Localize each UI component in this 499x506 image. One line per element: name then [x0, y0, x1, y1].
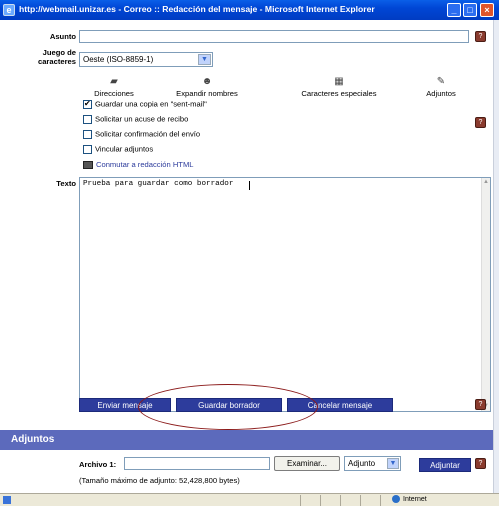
charset-label-line1: Juego de	[42, 48, 76, 57]
people-icon: ☻	[201, 76, 213, 87]
charset-label-line2: caracteres	[37, 57, 76, 66]
toolbar-item-special-chars[interactable]: ▦ Caracteres especiales	[284, 76, 394, 98]
page-scrollbar[interactable]	[493, 20, 499, 493]
attachment-type-select[interactable]: Adjunto ▼	[344, 456, 401, 471]
window-titlebar: e http://webmail.unizar.es - Correo :: R…	[0, 0, 499, 20]
link-attachments-checkbox[interactable]	[83, 144, 92, 154]
status-divider	[380, 495, 381, 506]
html-editor-icon	[83, 161, 93, 169]
save-copy-checkbox[interactable]	[83, 99, 92, 109]
charset-select[interactable]: Oeste (ISO-8859-1) ▼	[79, 52, 213, 67]
page-icon	[3, 496, 11, 504]
status-bar: Internet	[0, 493, 499, 506]
toolbar-label: Adjuntos	[426, 89, 456, 98]
subject-label: Asunto	[49, 32, 76, 41]
browse-button[interactable]: Examinar...	[274, 456, 340, 471]
toolbar-item-addresses[interactable]: ▰ Direcciones	[79, 76, 149, 98]
toolbar-item-attachments[interactable]: ✎ Adjuntos	[411, 76, 471, 98]
file-input[interactable]	[124, 457, 270, 470]
address-book-icon: ▰	[110, 76, 118, 87]
status-divider	[300, 495, 301, 506]
toolbar-label: Caracteres especiales	[301, 89, 377, 98]
text-caret	[249, 181, 250, 190]
toolbar-label: Expandir nombres	[176, 89, 238, 98]
text-label: Texto	[56, 179, 76, 188]
option-label: Solicitar un acuse de recibo	[95, 114, 189, 124]
help-icon[interactable]: ?	[475, 399, 486, 410]
attachments-header: Adjuntos	[0, 430, 493, 450]
zone-label: Internet	[403, 495, 427, 503]
message-body-text: Prueba para guardar como borrador	[83, 180, 234, 188]
cancel-message-button[interactable]: Cancelar mensaje	[287, 398, 393, 412]
status-divider	[320, 495, 321, 506]
status-divider	[360, 495, 361, 506]
attach-button[interactable]: Adjuntar	[419, 458, 471, 472]
textarea-scrollbar[interactable]: ▲ ▼	[481, 178, 490, 411]
switch-html-label: Conmutar a redacción HTML	[96, 160, 194, 169]
paperclip-icon: ✎	[436, 76, 446, 87]
delivery-confirmation-checkbox[interactable]	[83, 129, 92, 139]
message-body-textarea[interactable]: Prueba para guardar como borrador ▲ ▼	[79, 177, 491, 412]
close-button[interactable]: ×	[480, 3, 494, 17]
option-read-receipt[interactable]: Solicitar un acuse de recibo	[83, 114, 188, 126]
save-draft-button[interactable]: Guardar borrador	[176, 398, 282, 412]
send-message-button[interactable]: Enviar mensaje	[79, 398, 171, 412]
security-zone: Internet	[392, 495, 427, 503]
attachment-type-value: Adjunto	[348, 459, 376, 468]
toolbar-label: Direcciones	[94, 89, 134, 98]
option-delivery-confirmation[interactable]: Solicitar confirmación del envío	[83, 129, 200, 141]
maximize-button[interactable]: □	[463, 3, 477, 17]
window-title: http://webmail.unizar.es - Correo :: Red…	[19, 4, 375, 14]
chevron-down-icon[interactable]: ▼	[387, 458, 399, 469]
option-label: Solicitar confirmación del envío	[95, 129, 201, 139]
help-icon[interactable]: ?	[475, 458, 486, 469]
help-icon[interactable]: ?	[475, 31, 486, 42]
max-size-note: (Tamaño máximo de adjunto: 52,428,800 by…	[79, 476, 240, 485]
special-chars-icon: ▦	[334, 76, 344, 87]
charset-selected-value: Oeste (ISO-8859-1)	[83, 55, 154, 64]
switch-html-link[interactable]: Conmutar a redacción HTML	[83, 160, 194, 169]
toolbar-item-expand-names[interactable]: ☻ Expandir nombres	[157, 76, 257, 98]
option-label: Guardar una copia en "sent-mail"	[95, 99, 207, 109]
file-label: Archivo 1:	[79, 460, 117, 469]
minimize-button[interactable]: _	[447, 3, 461, 17]
option-label: Vincular adjuntos	[95, 144, 154, 154]
read-receipt-checkbox[interactable]	[83, 114, 92, 124]
option-link-attachments[interactable]: Vincular adjuntos	[83, 144, 153, 156]
option-save-copy[interactable]: Guardar una copia en "sent-mail"	[83, 99, 207, 111]
chevron-down-icon[interactable]: ▼	[198, 54, 211, 65]
internet-explorer-icon: e	[3, 4, 15, 16]
globe-icon	[392, 495, 400, 503]
help-icon[interactable]: ?	[475, 117, 486, 128]
subject-input[interactable]	[79, 30, 469, 43]
status-divider	[340, 495, 341, 506]
compose-page: Asunto ? Juego de caracteres Oeste (ISO-…	[0, 20, 493, 493]
attachments-title: Adjuntos	[11, 434, 55, 445]
scroll-up-icon[interactable]: ▲	[482, 178, 490, 187]
